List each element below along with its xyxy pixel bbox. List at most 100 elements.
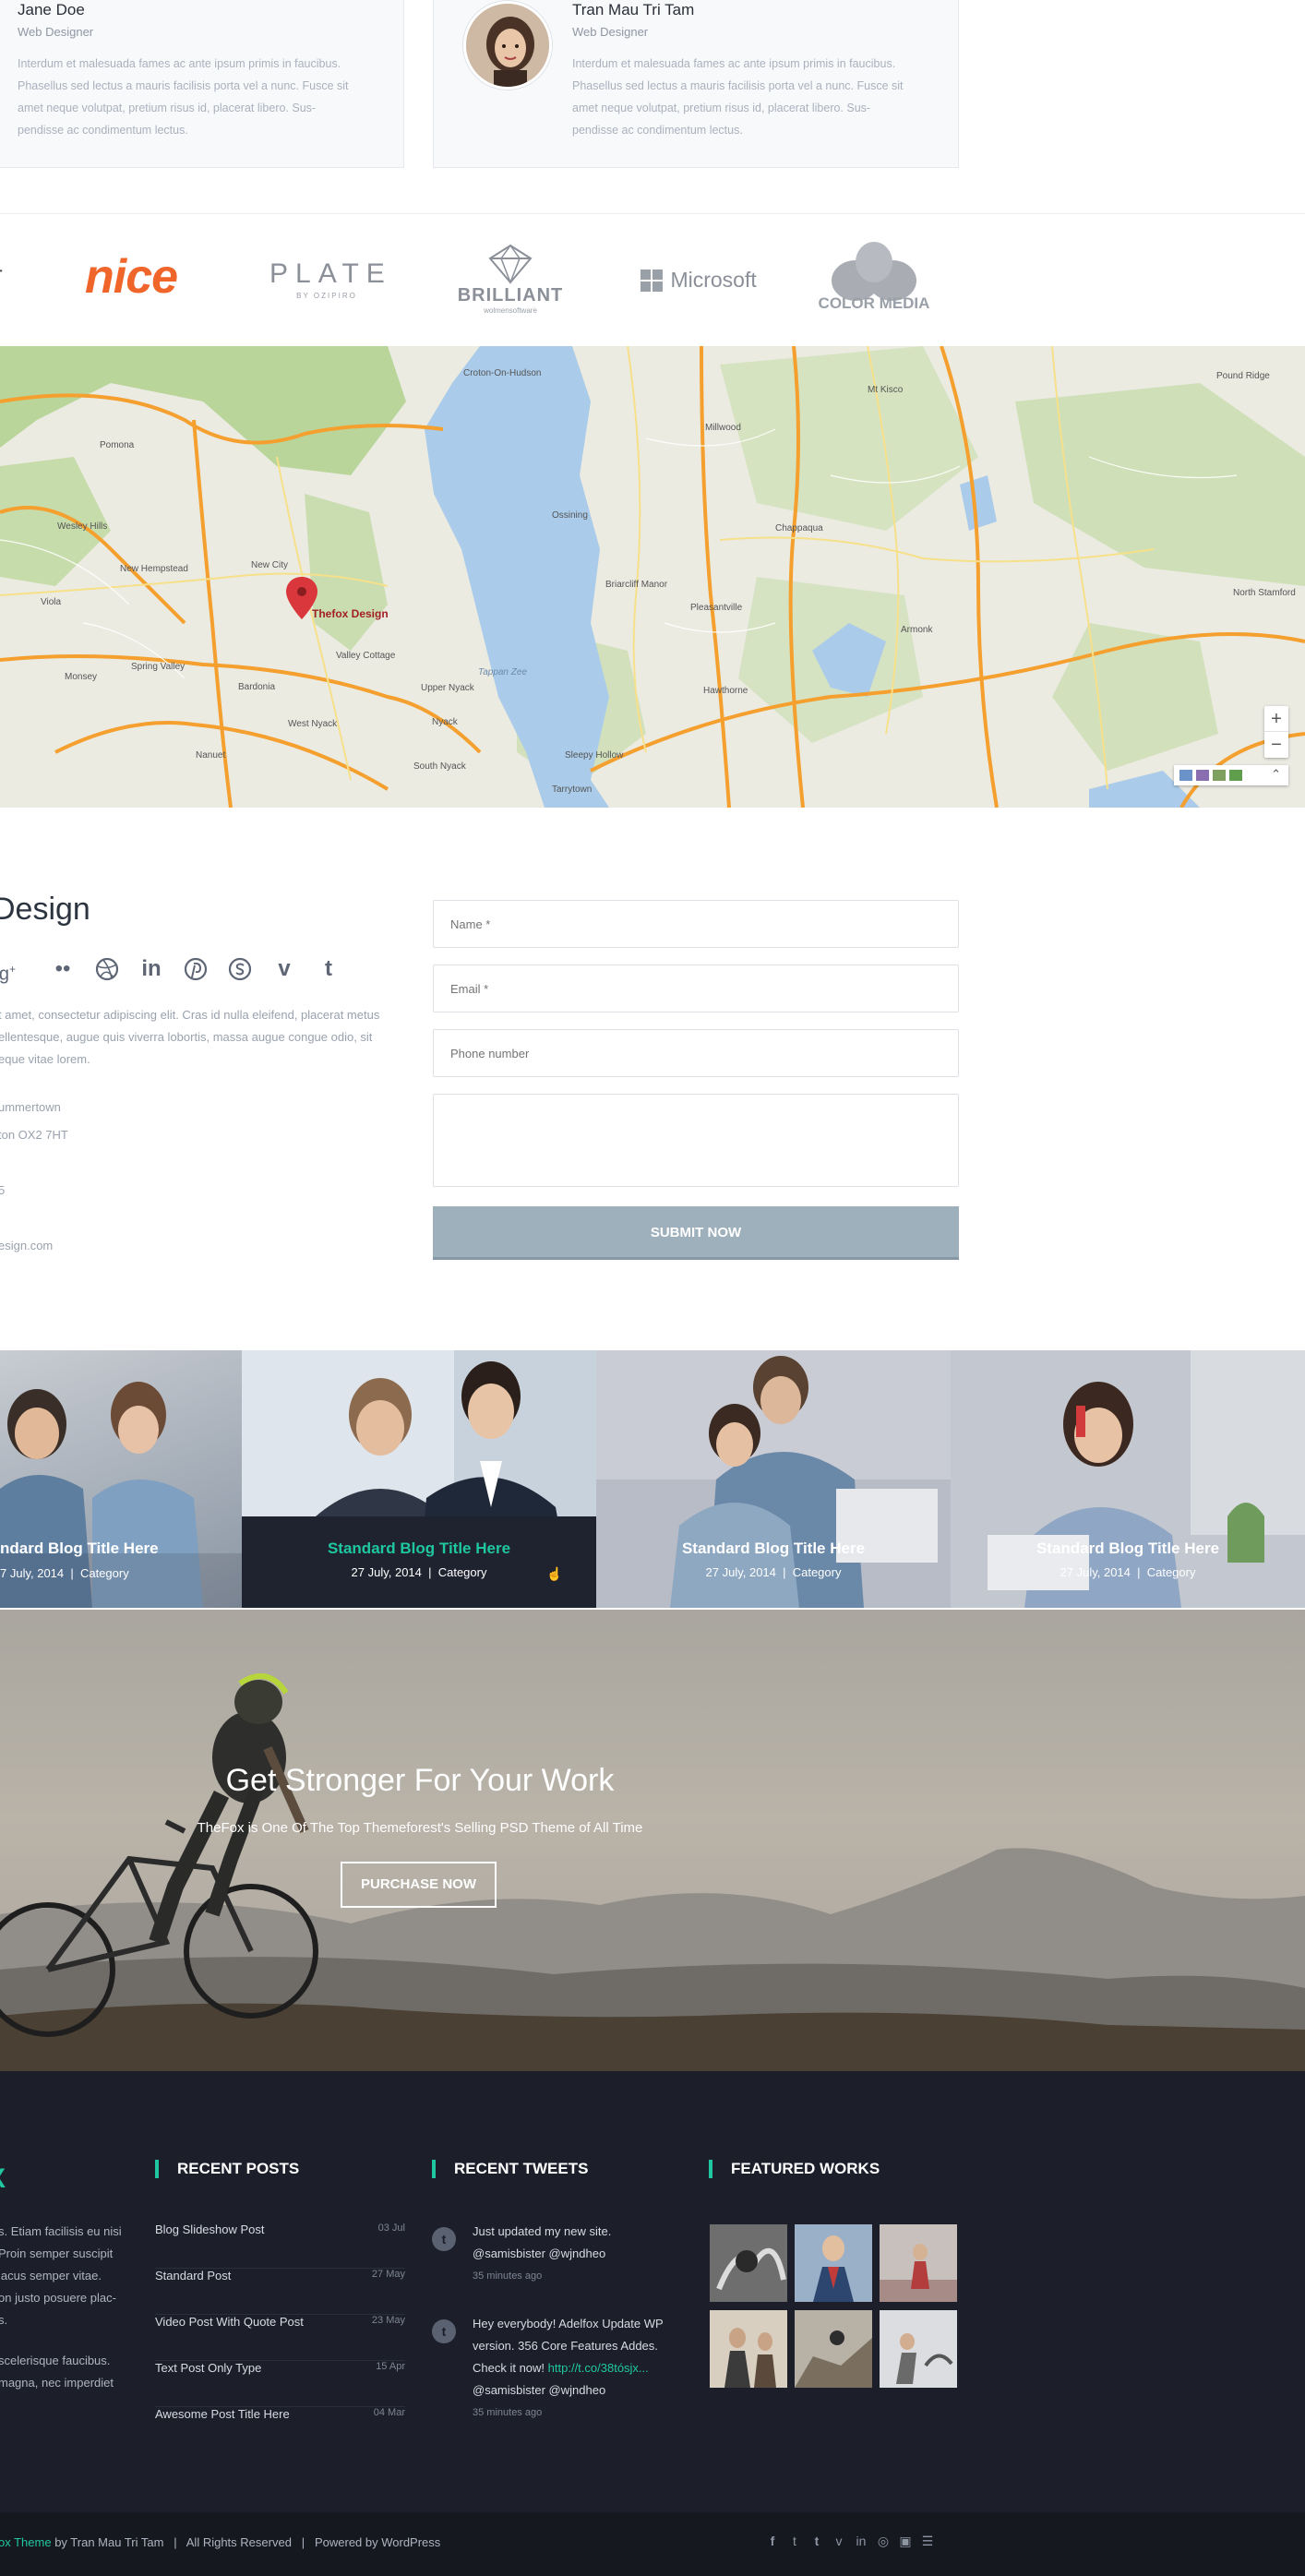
marker-label: Thefox Design xyxy=(312,607,389,620)
twitter-icon: t xyxy=(432,2227,456,2251)
blog-meta: 27 July, 2014 | Category xyxy=(351,1565,487,1579)
recent-post-item[interactable]: Blog Slideshow Post 03 Jul xyxy=(155,2223,405,2269)
map-place-label: Pomona xyxy=(100,440,135,450)
blog-card[interactable]: Standard Blog Title Here 27 July, 2014 |… xyxy=(242,1350,596,1608)
linkedin-icon[interactable]: in xyxy=(137,954,166,984)
dribbble-icon[interactable] xyxy=(92,954,122,984)
windows-icon xyxy=(641,269,663,292)
collapse-icon: ⌃ xyxy=(1271,767,1281,781)
email-field[interactable] xyxy=(433,965,959,1012)
featured-works-heading: FEATURED WORKS xyxy=(709,2160,880,2178)
google-plus-icon[interactable]: g+ xyxy=(0,954,22,985)
submit-button[interactable]: SUBMIT NOW xyxy=(433,1206,959,1260)
blog-meta: 27 July, 2014 | Category xyxy=(705,1565,842,1579)
blog-card[interactable]: Standard Blog Title Here 27 July, 2014 |… xyxy=(596,1350,951,1608)
recent-post-item[interactable]: Standard Post 27 May xyxy=(155,2269,405,2315)
testimonial-text: Interdum et malesuada fames ac ante ipsu… xyxy=(18,57,349,137)
recent-post-item[interactable]: Video Post With Quote Post 23 May xyxy=(155,2315,405,2361)
featured-work-thumb[interactable] xyxy=(710,2224,787,2302)
testimonial-role: Web Designer xyxy=(572,25,649,39)
vimeo-icon[interactable]: v xyxy=(831,2534,847,2548)
linkedin-icon[interactable]: in xyxy=(853,2534,869,2548)
brilliant-logo[interactable]: BRILLIANT wolmensoftware xyxy=(453,244,568,315)
nice-logo[interactable]: nice xyxy=(85,249,178,305)
contact-phone: 5 xyxy=(0,1183,6,1197)
rss-icon[interactable]: ☰ xyxy=(919,2534,936,2549)
map-place-label: Valley Cottage xyxy=(336,651,396,661)
zoom-out-button[interactable]: − xyxy=(1264,732,1288,758)
hero-subtitle: TheFox is One Of The Top Themeforest's S… xyxy=(197,1820,643,1836)
map-place-label: Sleepy Hollow xyxy=(565,750,624,761)
colormedia-logo[interactable]: COLOR MEDIA xyxy=(818,240,930,313)
testimonial-text: Interdum et malesuada fames ac ante ipsu… xyxy=(572,57,904,137)
pinterest-icon[interactable] xyxy=(181,954,210,984)
map-canvas xyxy=(0,346,1305,808)
tweet-item: Just updated my new site. @samisbister @… xyxy=(473,2224,612,2282)
map-place-label: Mt Kisco xyxy=(868,385,904,395)
skype-icon[interactable] xyxy=(225,954,255,984)
tweet-item: Hey everybody! Adelfox Update WP version… xyxy=(473,2317,664,2418)
phone-field[interactable] xyxy=(433,1029,959,1077)
map-place-label: Viola xyxy=(41,597,62,607)
map-place-label: New Hempstead xyxy=(120,564,188,574)
map-place-label: North Stamford xyxy=(1233,588,1296,598)
twitter-icon: t xyxy=(432,2319,456,2343)
blog-card[interactable]: ndard Blog Title Here 7 July, 2014 | Cat… xyxy=(0,1350,242,1608)
blog-title[interactable]: Standard Blog Title Here xyxy=(242,1540,596,1558)
twitter-icon[interactable]: t xyxy=(786,2534,803,2548)
testimonial-card-2: Tran Mau Tri Tam Web Designer Interdum e… xyxy=(433,0,959,168)
microsoft-logo[interactable]: Microsoft xyxy=(641,268,757,293)
featured-work-thumb[interactable] xyxy=(795,2310,872,2388)
featured-work-thumb[interactable] xyxy=(880,2310,957,2388)
tumblr-icon[interactable]: t xyxy=(808,2534,825,2548)
map-place-label: Spring Valley xyxy=(131,662,186,672)
map-place-label: Nanuet xyxy=(196,750,226,761)
recent-tweets-heading: RECENT TWEETS xyxy=(432,2160,588,2178)
flickr-icon[interactable]: •• xyxy=(48,954,78,984)
vimeo-icon[interactable]: v xyxy=(269,954,299,984)
name-field[interactable] xyxy=(433,900,959,948)
map-place-label: Bardonia xyxy=(238,682,276,692)
blog-meta: 7 July, 2014 | Category xyxy=(0,1566,129,1580)
dribbble-icon[interactable]: ◎ xyxy=(875,2534,892,2549)
contact-title: Design xyxy=(0,892,90,927)
featured-work-thumb[interactable] xyxy=(710,2310,787,2388)
map-place-label: Wesley Hills xyxy=(57,521,108,532)
blog-card[interactable]: Standard Blog Title Here 27 July, 2014 |… xyxy=(951,1350,1305,1608)
map-place-label: South Nyack xyxy=(413,761,466,772)
map-layer-switcher[interactable]: ⌃ xyxy=(1174,765,1288,785)
blog-title[interactable]: Standard Blog Title Here xyxy=(596,1540,951,1558)
map-place-label: Pleasantville xyxy=(690,603,743,613)
map-place-label: Ossining xyxy=(552,510,588,521)
recent-post-item[interactable]: Text Post Only Type 15 Apr xyxy=(155,2361,405,2407)
facebook-icon[interactable]: f xyxy=(764,2534,781,2548)
message-field[interactable] xyxy=(433,1094,959,1187)
layer-thumb-icon xyxy=(1213,770,1226,781)
map-place-label: Millwood xyxy=(705,423,741,433)
contact-description: t amet, consectetur adipiscing elit. Cra… xyxy=(0,1008,380,1066)
tumblr-icon[interactable]: t xyxy=(314,954,343,984)
theme-link[interactable]: ox Theme xyxy=(0,2535,52,2549)
contact-email[interactable]: esign.com xyxy=(0,1235,53,1257)
map-place-label: Nyack xyxy=(432,717,458,727)
instagram-icon[interactable]: ▣ xyxy=(897,2534,914,2549)
avatar xyxy=(463,1,552,90)
recent-post-item[interactable]: Awesome Post Title Here 04 Mar xyxy=(155,2407,405,2453)
tweet-link[interactable]: http://t.co/38tósjx... xyxy=(548,2361,649,2375)
hero-background xyxy=(0,1673,1305,2071)
zoom-in-button[interactable]: + xyxy=(1264,706,1288,732)
location-map[interactable]: Thefox Design Croton-On-Hudson Mt Kisco … xyxy=(0,346,1305,808)
purchase-now-button[interactable]: PURCHASE NOW xyxy=(341,1862,497,1908)
featured-work-thumb[interactable] xyxy=(880,2224,957,2302)
plate-logo[interactable]: PLATE BY OZIPIRO xyxy=(269,258,385,300)
testimonial-name: Jane Doe xyxy=(18,1,85,18)
hero-title: Get Stronger For Your Work xyxy=(225,1763,615,1798)
footer-brand-mark: X xyxy=(0,2163,6,2195)
featured-work-thumb[interactable] xyxy=(795,2224,872,2302)
layer-thumb-icon xyxy=(1179,770,1192,781)
contact-address-line: ton OX2 7HT xyxy=(0,1128,68,1142)
blog-title[interactable]: Standard Blog Title Here xyxy=(951,1540,1305,1558)
layer-thumb-icon xyxy=(1196,770,1209,781)
testimonial-name: Tran Mau Tri Tam xyxy=(572,1,695,18)
footer-about-text: s. Etiam facilisis eu nisi Proin semper s… xyxy=(0,2224,122,2390)
